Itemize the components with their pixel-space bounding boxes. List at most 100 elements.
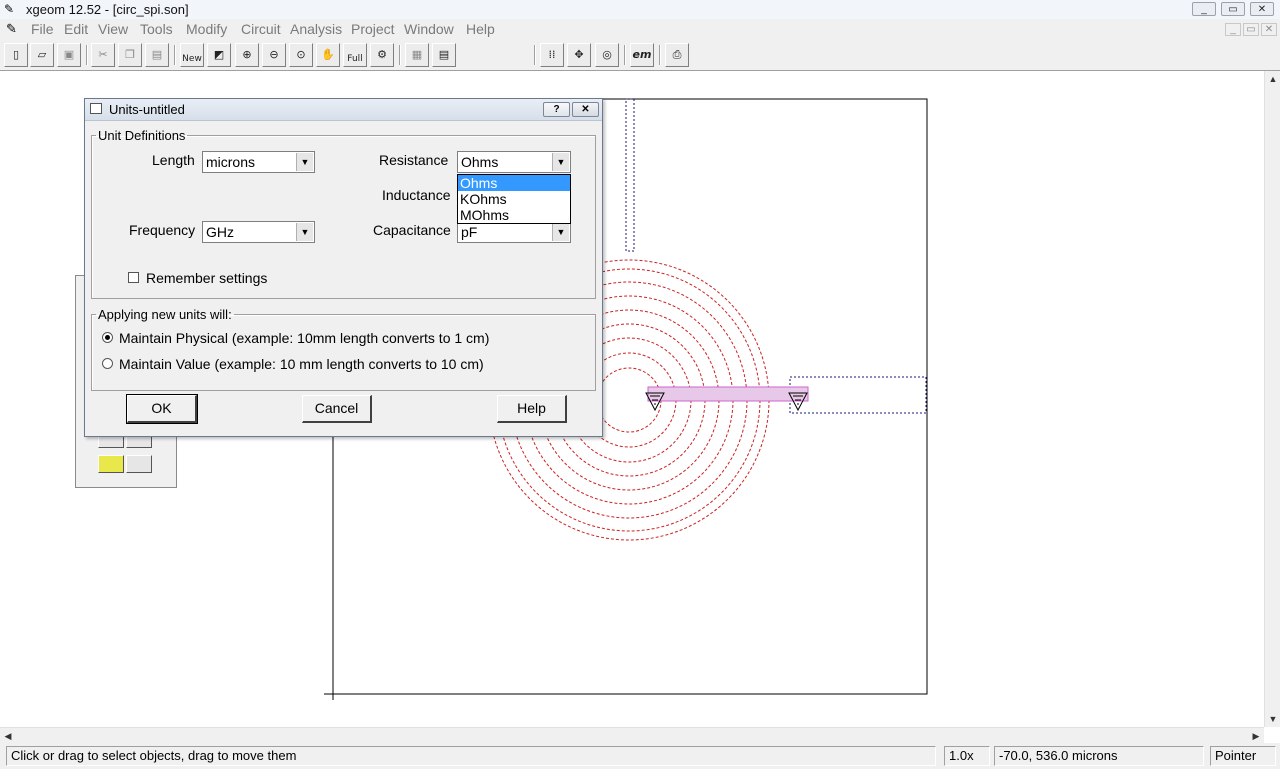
menu-tools[interactable]: Tools bbox=[140, 21, 173, 37]
save-icon[interactable]: ▣ bbox=[57, 43, 81, 67]
capacitance-label: Capacitance bbox=[373, 222, 451, 238]
mdi-restore-button[interactable]: ▭ bbox=[1243, 23, 1259, 36]
status-bar: Click or drag to select objects, drag to… bbox=[0, 743, 1280, 769]
zoom-out-icon[interactable]: ⊖ bbox=[262, 43, 286, 67]
horizontal-scrollbar[interactable]: ◀ ▶ bbox=[0, 727, 1264, 743]
ok-button[interactable]: OK bbox=[126, 394, 198, 424]
app-icon: ✎ bbox=[4, 2, 15, 16]
output-feed-line bbox=[789, 376, 927, 414]
origin-crosshair-icon bbox=[324, 682, 346, 700]
layers-icon[interactable]: ▦ bbox=[405, 43, 429, 67]
document-icon[interactable]: ✎ bbox=[6, 21, 17, 37]
scroll-up-icon[interactable]: ▲ bbox=[1265, 71, 1280, 87]
new-view-button[interactable]: New bbox=[180, 43, 204, 67]
menu-circuit[interactable]: Circuit bbox=[241, 21, 281, 37]
mdi-minimize-button[interactable]: _ bbox=[1225, 23, 1241, 36]
copy-icon[interactable]: ❐ bbox=[118, 43, 142, 67]
toolbar-separator bbox=[624, 45, 626, 65]
zoom-box-icon[interactable]: ⊙ bbox=[289, 43, 313, 67]
unit-definitions-legend: Unit Definitions bbox=[98, 128, 186, 143]
restore-button[interactable]: ▭ bbox=[1221, 2, 1245, 16]
pan-hand-icon[interactable]: ✋ bbox=[316, 43, 340, 67]
remember-settings-label[interactable]: Remember settings bbox=[146, 270, 267, 286]
toolbar-separator bbox=[174, 45, 176, 65]
resistance-option-ohms[interactable]: Ohms bbox=[458, 175, 570, 191]
help-button[interactable]: Help bbox=[497, 395, 567, 423]
menu-help[interactable]: Help bbox=[466, 21, 495, 37]
length-select[interactable]: microns ▼ bbox=[202, 151, 315, 173]
dialog-close-button[interactable]: ✕ bbox=[572, 102, 599, 117]
new-file-icon[interactable]: ▯ bbox=[4, 43, 28, 67]
applying-units-group: Applying new units will: bbox=[91, 307, 596, 391]
cut-icon[interactable]: ✂ bbox=[91, 43, 115, 67]
menu-bar: ✎ File Edit View Tools Modify Circuit An… bbox=[0, 19, 1280, 40]
maintain-value-radio[interactable] bbox=[102, 358, 113, 369]
toolbar-separator bbox=[86, 45, 88, 65]
measure-icon[interactable]: ◎ bbox=[595, 43, 619, 67]
menu-project[interactable]: Project bbox=[351, 21, 395, 37]
units-dialog: Units-untitled ? ✕ Unit Definitions Leng… bbox=[84, 98, 603, 437]
edit-mode: Pointer bbox=[1210, 746, 1276, 766]
resistance-option-mohms[interactable]: MOhms bbox=[458, 207, 570, 223]
maintain-physical-label[interactable]: Maintain Physical (example: 10mm length … bbox=[119, 330, 489, 346]
menu-view[interactable]: View bbox=[98, 21, 128, 37]
toolbar: ▯ ▱ ▣ ✂ ❐ ▤ New ◩ ⊕ ⊖ ⊙ ✋ Full ⚙ ▦ ▤ 0 ▼… bbox=[0, 40, 1280, 106]
menu-file[interactable]: File bbox=[31, 21, 54, 37]
close-button[interactable]: ✕ bbox=[1250, 2, 1274, 16]
zoom-in-icon[interactable]: ⊕ bbox=[235, 43, 259, 67]
input-feed-line bbox=[625, 98, 635, 252]
open-folder-icon[interactable]: ▱ bbox=[30, 43, 54, 67]
maintain-physical-radio[interactable] bbox=[102, 332, 113, 343]
scroll-down-icon[interactable]: ▼ bbox=[1265, 711, 1280, 727]
palette-metal-icon[interactable] bbox=[98, 455, 124, 473]
chevron-down-icon[interactable]: ▼ bbox=[296, 153, 313, 171]
move-icon[interactable]: ✥ bbox=[567, 43, 591, 67]
menu-analysis[interactable]: Analysis bbox=[290, 21, 342, 37]
menu-modify[interactable]: Modify bbox=[186, 21, 227, 37]
capacitance-select[interactable]: pF ▼ bbox=[457, 221, 571, 243]
toolbar-separator bbox=[399, 45, 401, 65]
properties-icon[interactable]: ⚙ bbox=[370, 43, 394, 67]
bridge-strip bbox=[647, 386, 809, 402]
chevron-down-icon[interactable]: ▼ bbox=[552, 153, 569, 171]
maintain-value-label[interactable]: Maintain Value (example: 10 mm length co… bbox=[119, 356, 484, 372]
dialog-title: Units-untitled bbox=[109, 102, 185, 117]
edit-view-icon[interactable]: ◩ bbox=[207, 43, 231, 67]
paste-icon[interactable]: ▤ bbox=[145, 43, 169, 67]
chevron-down-icon[interactable]: ▼ bbox=[296, 223, 313, 241]
remember-settings-checkbox[interactable] bbox=[128, 272, 139, 283]
chevron-down-icon[interactable]: ▼ bbox=[552, 223, 569, 241]
minimize-button[interactable]: _ bbox=[1192, 2, 1216, 16]
length-label: Length bbox=[152, 152, 195, 168]
layer-stack-icon[interactable]: ▤ bbox=[432, 43, 456, 67]
frequency-label: Frequency bbox=[129, 222, 196, 238]
menu-edit[interactable]: Edit bbox=[64, 21, 88, 37]
vertical-scrollbar[interactable]: ▲ ▼ bbox=[1264, 71, 1280, 727]
menu-window[interactable]: Window bbox=[404, 21, 454, 37]
title-bar: ✎ xgeom 12.52 - [circ_spi.son] _ ▭ ✕ bbox=[0, 0, 1280, 20]
zoom-full-button[interactable]: Full bbox=[343, 43, 367, 67]
resistance-label: Resistance bbox=[379, 152, 449, 168]
frequency-select[interactable]: GHz ▼ bbox=[202, 221, 315, 243]
dialog-icon bbox=[90, 103, 102, 114]
zoom-level: 1.0x bbox=[944, 746, 990, 766]
print-icon[interactable]: ⎙ bbox=[665, 43, 689, 67]
inductance-label: Inductance bbox=[382, 187, 451, 203]
grid-icon[interactable]: ⁞⁞ bbox=[540, 43, 564, 67]
status-message: Click or drag to select objects, drag to… bbox=[6, 746, 936, 766]
resistance-value: Ohms bbox=[461, 154, 499, 170]
scroll-right-icon[interactable]: ▶ bbox=[1248, 728, 1264, 744]
dialog-title-bar: Units-untitled ? ✕ bbox=[85, 99, 602, 121]
applying-units-legend: Applying new units will: bbox=[98, 307, 232, 322]
resistance-dropdown-list: Ohms KOhms MOhms bbox=[457, 174, 571, 224]
cancel-button[interactable]: Cancel bbox=[302, 395, 372, 423]
resistance-option-kohms[interactable]: KOhms bbox=[458, 191, 570, 207]
em-analysis-button[interactable]: em bbox=[630, 43, 654, 67]
help-question-button[interactable]: ? bbox=[543, 102, 570, 117]
cursor-coordinates: -70.0, 536.0 microns bbox=[994, 746, 1204, 766]
scroll-left-icon[interactable]: ◀ bbox=[0, 728, 16, 744]
mdi-close-button[interactable]: ✕ bbox=[1261, 23, 1277, 36]
resistance-select[interactable]: Ohms ▼ bbox=[457, 151, 571, 173]
palette-via-icon[interactable] bbox=[126, 455, 152, 473]
toolbar-separator bbox=[659, 45, 661, 65]
